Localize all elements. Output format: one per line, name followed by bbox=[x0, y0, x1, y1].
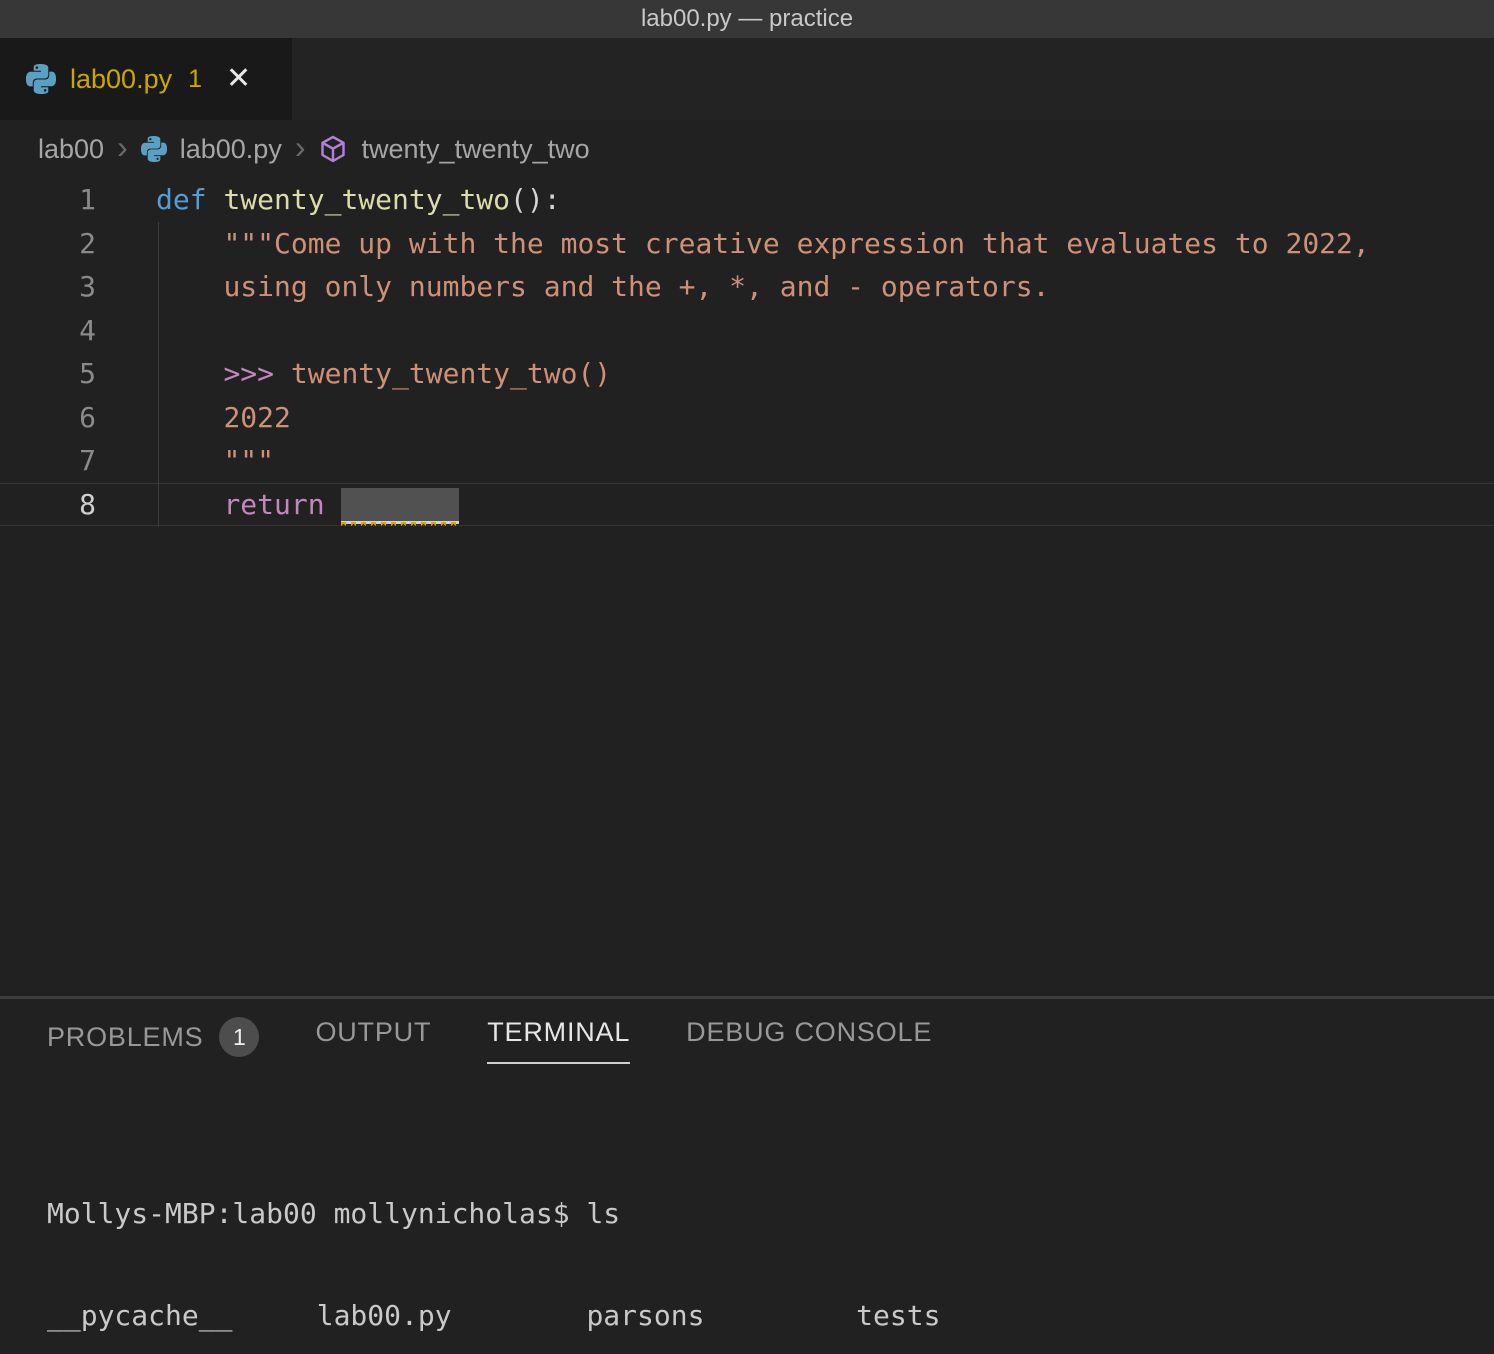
chevron-right-icon: › bbox=[117, 131, 128, 167]
line-number[interactable]: 5 bbox=[0, 352, 106, 396]
line-number[interactable]: 1 bbox=[0, 178, 106, 222]
code-editor[interactable]: 1def twenty_twenty_two():2 """Come up wi… bbox=[0, 178, 1494, 996]
tab-problems-badge: 1 bbox=[188, 65, 202, 94]
code-line-3[interactable]: 3 using only numbers and the +, *, and -… bbox=[0, 265, 1494, 309]
line-number[interactable]: 2 bbox=[0, 222, 106, 266]
breadcrumb-symbol[interactable]: twenty_twenty_two bbox=[361, 134, 589, 165]
line-number[interactable]: 6 bbox=[0, 396, 106, 440]
code-line-8[interactable]: 8 return bbox=[0, 483, 1494, 527]
code-line-4[interactable]: 4 bbox=[0, 309, 1494, 353]
code-text: return bbox=[106, 484, 459, 526]
python-icon bbox=[141, 136, 167, 162]
tab-debug-console-label: DEBUG CONSOLE bbox=[686, 1017, 932, 1048]
tab-terminal-label: TERMINAL bbox=[487, 1017, 630, 1048]
line-number[interactable]: 7 bbox=[0, 439, 106, 483]
symbol-namespace-icon bbox=[318, 134, 348, 164]
tab-terminal[interactable]: TERMINAL bbox=[487, 1017, 630, 1064]
code-text: def twenty_twenty_two(): bbox=[106, 178, 561, 222]
tab-debug-console[interactable]: DEBUG CONSOLE bbox=[686, 1017, 932, 1064]
problems-count-badge: 1 bbox=[219, 1017, 259, 1057]
breadcrumb-folder[interactable]: lab00 bbox=[38, 134, 104, 165]
chevron-right-icon: › bbox=[295, 131, 306, 167]
close-icon[interactable]: ✕ bbox=[226, 64, 251, 94]
code-text: """Come up with the most creative expres… bbox=[106, 222, 1370, 266]
tab-problems[interactable]: PROBLEMS 1 bbox=[47, 1017, 259, 1073]
code-line-2[interactable]: 2 """Come up with the most creative expr… bbox=[0, 222, 1494, 266]
breadcrumb: lab00 › lab00.py › twenty_twenty_two bbox=[0, 120, 1494, 178]
line-number[interactable]: 3 bbox=[0, 265, 106, 309]
editor-lines: 1def twenty_twenty_two():2 """Come up wi… bbox=[0, 178, 1494, 526]
code-line-1[interactable]: 1def twenty_twenty_two(): bbox=[0, 178, 1494, 222]
tab-problems-label: PROBLEMS bbox=[47, 1022, 203, 1053]
terminal[interactable]: Mollys-MBP:lab00 mollynicholas$ ls __pyc… bbox=[0, 1129, 1494, 1354]
code-text: 2022 bbox=[106, 396, 291, 440]
window-title: lab00.py — practice bbox=[641, 5, 853, 33]
code-text bbox=[106, 309, 156, 353]
code-text: using only numbers and the +, *, and - o… bbox=[106, 265, 1049, 309]
python-icon bbox=[26, 64, 56, 94]
indent-guide bbox=[158, 222, 159, 527]
line-number[interactable]: 4 bbox=[0, 309, 106, 353]
code-line-6[interactable]: 6 2022 bbox=[0, 396, 1494, 440]
breadcrumb-file[interactable]: lab00.py bbox=[180, 134, 282, 165]
selected-text-warning bbox=[341, 488, 459, 524]
tab-output[interactable]: OUTPUT bbox=[315, 1017, 431, 1064]
panel-tab-bar: PROBLEMS 1 OUTPUT TERMINAL DEBUG CONSOLE bbox=[0, 999, 1494, 1073]
terminal-line: __pycache__ lab00.py parsons tests bbox=[47, 1299, 1494, 1333]
line-number[interactable]: 8 bbox=[0, 484, 106, 526]
editor-tab-strip: lab00.py 1 ✕ bbox=[0, 38, 1494, 120]
code-text: >>> twenty_twenty_two() bbox=[106, 352, 611, 396]
terminal-line: Mollys-MBP:lab00 mollynicholas$ ls bbox=[47, 1197, 1494, 1231]
code-line-5[interactable]: 5 >>> twenty_twenty_two() bbox=[0, 352, 1494, 396]
bottom-panel: PROBLEMS 1 OUTPUT TERMINAL DEBUG CONSOLE… bbox=[0, 999, 1494, 1351]
code-line-7[interactable]: 7 """ bbox=[0, 439, 1494, 483]
tab-label: lab00.py bbox=[70, 64, 172, 95]
window-titlebar: lab00.py — practice bbox=[0, 0, 1494, 38]
tab-lab00py[interactable]: lab00.py 1 ✕ bbox=[0, 38, 292, 120]
tab-output-label: OUTPUT bbox=[315, 1017, 431, 1048]
code-text: """ bbox=[106, 439, 274, 483]
